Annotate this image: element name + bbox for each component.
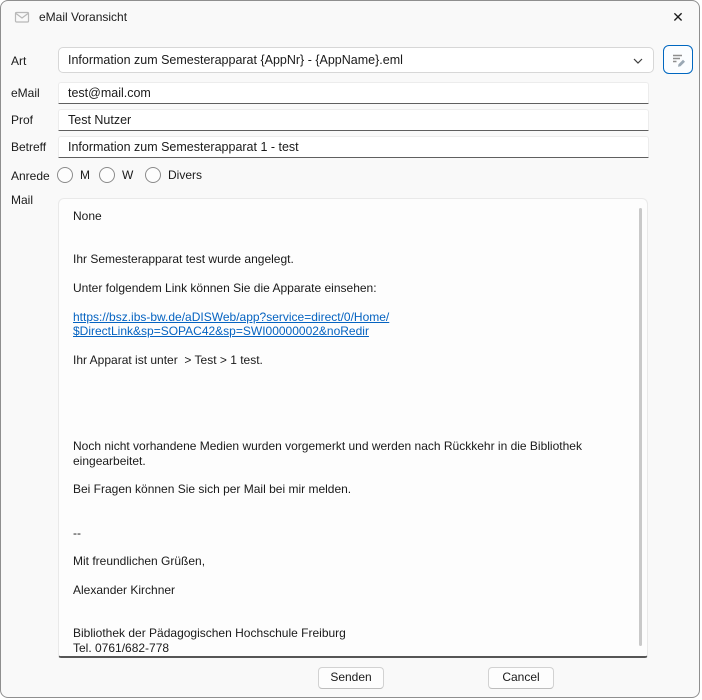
mail-body-line [73,295,633,309]
mail-body-line [73,339,633,353]
mail-body-line: Tel. 0761/682-778 [73,641,633,655]
radio-icon [145,167,161,183]
prof-input[interactable]: Test Nutzer [58,109,649,131]
mail-body-line [73,238,633,252]
mail-body-line [73,540,633,554]
title-bar: eMail Voransicht ✕ [1,1,699,33]
mail-body-line: Alexander Kirchner [73,583,633,597]
anrede-radio-w-label: W [122,168,133,182]
mail-body-line [73,410,633,424]
mail-body-line: Unter folgendem Link können Sie die Appa… [73,281,633,295]
mail-body-line [73,396,633,410]
anrede-radio-w[interactable]: W [99,167,133,183]
close-icon: ✕ [672,9,684,26]
mail-label: Mail [11,193,33,207]
mail-body-line [73,468,633,482]
close-button[interactable]: ✕ [665,5,691,29]
mail-body-link[interactable]: https://bsz.ibs-bw.de/aDISWeb/app?servic… [73,310,633,324]
betreff-input[interactable]: Information zum Semesterapparat 1 - test [58,136,649,158]
mail-body-line: Mit freundlichen Grüßen, [73,554,633,568]
mail-body-line [73,612,633,626]
envelope-icon [14,9,30,25]
mail-body-textarea[interactable]: None Ihr Semesterapparat test wurde ange… [58,198,648,658]
mail-body-line [73,382,633,396]
radio-icon [57,167,73,183]
mail-body-line [73,497,633,511]
mail-body-line: Ihr Semesterapparat test wurde angelegt. [73,252,633,266]
radio-icon [99,167,115,183]
chevron-down-icon [632,55,644,67]
mail-body-line: eingearbeitet. [73,454,633,468]
anrede-radio-m[interactable]: M [57,167,90,183]
art-template-dropdown[interactable]: Information zum Semesterapparat {AppNr} … [58,47,654,73]
email-label: eMail [11,86,40,100]
mail-body-line: Bei Fragen können Sie sich per Mail bei … [73,482,633,496]
mail-body-line [73,569,633,583]
senden-button[interactable]: Senden [318,667,384,689]
art-template-value: Information zum Semesterapparat {AppNr} … [68,53,403,67]
mail-body-line [73,267,633,281]
edit-note-icon [670,51,687,68]
mail-scrollbar[interactable] [639,208,642,646]
mail-body: None Ihr Semesterapparat test wurde ange… [59,199,633,655]
mail-body-line: -- [73,526,633,540]
mail-body-line: Bibliothek der Pädagogischen Hochschule … [73,626,633,640]
mail-body-line: Ihr Apparat ist unter > Test > 1 test. [73,353,633,367]
email-input[interactable]: test@mail.com [58,82,649,104]
window-title: eMail Voransicht [39,10,127,24]
art-label: Art [11,54,26,68]
betreff-label: Betreff [11,140,46,154]
anrede-radio-divers-label: Divers [168,168,202,182]
mail-body-line [73,367,633,381]
edit-template-button[interactable] [663,45,693,74]
mail-body-line [73,223,633,237]
mail-body-line: Noch nicht vorhandene Medien wurden vorg… [73,439,633,453]
mail-body-line [73,598,633,612]
anrede-radio-divers[interactable]: Divers [145,167,202,183]
prof-label: Prof [11,113,33,127]
mail-body-line [73,511,633,525]
anrede-label: Anrede [11,169,50,183]
anrede-radio-m-label: M [80,168,90,182]
mail-body-line: None [73,209,633,223]
mail-body-line [73,425,633,439]
cancel-button[interactable]: Cancel [488,667,554,689]
mail-body-link[interactable]: $DirectLink&sp=SOPAC42&sp=SWI00000002&no… [73,324,633,338]
email-preview-dialog: eMail Voransicht ✕ Art Information zum S… [0,0,700,698]
